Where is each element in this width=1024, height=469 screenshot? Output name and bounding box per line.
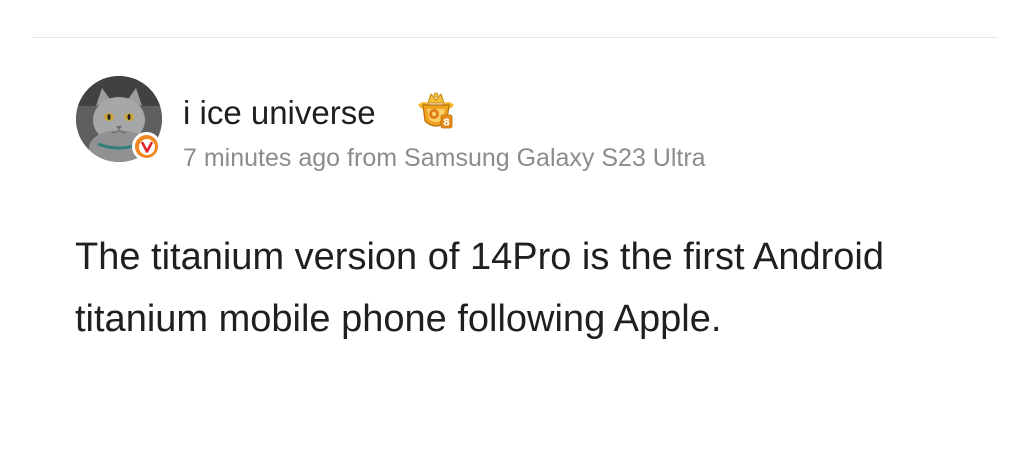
source-prefix: from bbox=[347, 144, 398, 172]
page: i ice universe 8 7 minutes ago from Sams… bbox=[0, 0, 1024, 469]
post-text: The titanium version of 14Pro is the fir… bbox=[75, 236, 884, 340]
weibo-post: i ice universe 8 7 minutes ago from Sams… bbox=[0, 0, 1024, 469]
post-meta: 7 minutes ago from Samsung Galaxy S23 Ul… bbox=[183, 141, 706, 175]
post-device-source[interactable]: Samsung Galaxy S23 Ultra bbox=[404, 141, 706, 175]
post-time[interactable]: 7 minutes ago bbox=[183, 141, 340, 175]
verified-v-icon bbox=[132, 132, 161, 161]
crown-rank-icon[interactable]: 8 bbox=[414, 91, 458, 133]
rank-level-text: 8 bbox=[443, 118, 450, 129]
author-avatar[interactable] bbox=[76, 76, 162, 162]
author-name[interactable]: i ice universe bbox=[183, 93, 376, 133]
